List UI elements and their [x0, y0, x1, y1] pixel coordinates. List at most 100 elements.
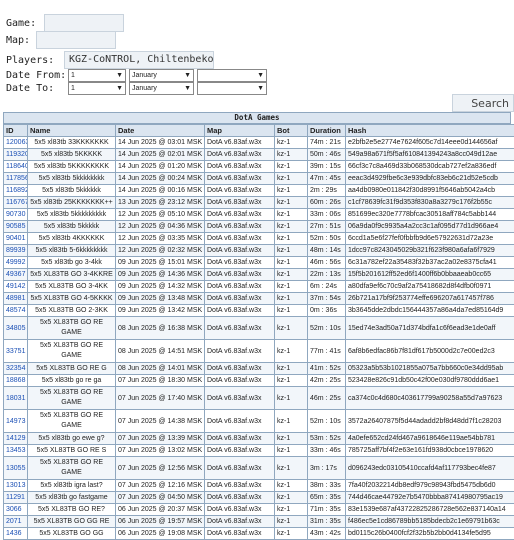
hash-cell: 06a9da0f9c9935a4a2cc3c1af095d77d1d966ae4	[346, 221, 514, 233]
game-id-link[interactable]: 18031	[6, 395, 25, 402]
hash-cell: 3b3645dde2dbdc156444357a86a4da7ed85164d9	[346, 305, 514, 317]
map-cell: DotA v6.83af.w3x	[205, 387, 275, 410]
hash-cell: 6c31a782ef22a35483f32b37ac2a02e8375cfa41	[346, 257, 514, 269]
bot-cell: kz-1	[275, 363, 308, 375]
game-id-link[interactable]: 13013	[6, 482, 25, 489]
game-id-link[interactable]: 89939	[6, 247, 25, 254]
game-id-link[interactable]: 90401	[6, 235, 25, 242]
col-header-date[interactable]: Date	[116, 125, 205, 137]
col-header-name[interactable]: Name	[28, 125, 116, 137]
date-from-month-value: January	[132, 72, 157, 79]
game-id-link[interactable]: 116892	[6, 187, 28, 194]
map-cell: DotA v6.83af.w3x	[205, 410, 275, 433]
map-cell: DotA v6.83af.w3x	[205, 221, 275, 233]
duration-cell: 53m : 52s	[308, 433, 346, 445]
table-row: 899395x5 xl83tb 5-6kkkkkkkk12 Jun 2025 @…	[4, 245, 514, 257]
game-id-link[interactable]: 2071	[6, 518, 22, 525]
game-id-link[interactable]: 118640	[6, 163, 28, 170]
hash-cell: a80dfa9ef6c70c9af2a75418682d8f4dfb0f0971	[346, 281, 514, 293]
id-cell: 33751	[4, 340, 28, 363]
id-cell: 117856	[4, 173, 28, 185]
hash-cell: eeac3d4929fbe6c3e939dbfc83eb6c21d52e5cdb	[346, 173, 514, 185]
date-cell: 08 Jun 2025 @ 14:01 MSK	[116, 363, 205, 375]
game-id-link[interactable]: 49142	[6, 283, 25, 290]
bot-cell: kz-1	[275, 269, 308, 281]
duration-cell: 48m : 14s	[308, 245, 346, 257]
date-cell: 07 Jun 2025 @ 04:50 MSK	[116, 492, 205, 504]
name-cell: 5x5 xl83tb 5kkkkkkkkk	[28, 209, 116, 221]
col-header-hash[interactable]: Hash	[346, 125, 514, 137]
date-from-day-select[interactable]: 1▼	[68, 69, 126, 82]
game-id-link[interactable]: 11291	[6, 494, 25, 501]
table-row: 905855x5 xl83tb 5kkkkk12 Jun 2025 @ 04:3…	[4, 221, 514, 233]
duration-cell: 41m : 52s	[308, 363, 346, 375]
name-cell: 5x5 xl83tb go fastgame	[28, 492, 116, 504]
game-id-link[interactable]: 18868	[6, 377, 25, 384]
hash-cell: 523428e826c91db50c42f00e030df9780ddd6ae1	[346, 375, 514, 387]
bot-cell: kz-1	[275, 375, 308, 387]
date-from-month-select[interactable]: January▼	[129, 69, 194, 82]
bot-cell: kz-1	[275, 173, 308, 185]
date-to-month-value: January	[132, 85, 157, 92]
duration-cell: 65m : 35s	[308, 492, 346, 504]
game-id-link[interactable]: 116767	[6, 199, 28, 206]
name-cell: 5x5 xl83tb 5kkkkkkkk	[28, 173, 116, 185]
map-cell: DotA v6.83af.w3x	[205, 317, 275, 340]
game-id-link[interactable]: 14973	[6, 418, 25, 425]
map-cell: DotA v6.83af.w3x	[205, 173, 275, 185]
games-table: ID Name Date Map Bot Duration Hash 12006…	[3, 124, 514, 540]
duration-cell: 38m : 33s	[308, 480, 346, 492]
date-cell: 12 Jun 2025 @ 02:32 MSK	[116, 245, 205, 257]
id-cell: 13013	[4, 480, 28, 492]
game-id-link[interactable]: 90730	[6, 211, 25, 218]
map-label: Map:	[6, 35, 36, 46]
date-to-year-select[interactable]: ▼	[197, 82, 267, 95]
col-header-bot[interactable]: Bot	[275, 125, 308, 137]
hash-cell: 15ed74e3ad50a71d374bdfa1c6f6ead3e1de0aff	[346, 317, 514, 340]
duration-cell: 43m : 42s	[308, 528, 346, 540]
game-id-link[interactable]: 120063	[6, 139, 28, 146]
col-header-map[interactable]: Map	[205, 125, 275, 137]
game-id-link[interactable]: 13453	[6, 447, 25, 454]
game-input[interactable]	[44, 14, 124, 32]
map-cell: DotA v6.83af.w3x	[205, 504, 275, 516]
date-cell: 07 Jun 2025 @ 12:16 MSK	[116, 480, 205, 492]
map-cell: DotA v6.83af.w3x	[205, 528, 275, 540]
date-to-month-select[interactable]: January▼	[129, 82, 194, 95]
bot-cell: kz-1	[275, 445, 308, 457]
table-body: 1200635x5 xl83tb 33KKKKKKK14 Jun 2025 @ …	[4, 137, 514, 540]
game-id-link[interactable]: 33751	[6, 348, 25, 355]
id-cell: 89939	[4, 245, 28, 257]
date-to-day-select[interactable]: 1▼	[68, 82, 126, 95]
hash-cell: 6ccd1a5e6f27fef0fbbfb9d6e57922631d72a23e	[346, 233, 514, 245]
game-id-link[interactable]: 34805	[6, 325, 25, 332]
table-row: 141295x5 xl83tb go ewe g?07 Jun 2025 @ 1…	[4, 433, 514, 445]
game-id-link[interactable]: 48981	[6, 295, 25, 302]
date-cell: 06 Jun 2025 @ 19:57 MSK	[116, 516, 205, 528]
col-header-duration[interactable]: Duration	[308, 125, 346, 137]
duration-cell: 22m : 13s	[308, 269, 346, 281]
date-from-year-select[interactable]: ▼	[197, 69, 267, 82]
map-cell: DotA v6.83af.w3x	[205, 245, 275, 257]
id-cell: 13055	[4, 457, 28, 480]
map-cell: DotA v6.83af.w3x	[205, 375, 275, 387]
hash-cell: aa4db0980e011842f30d8991f5646ab5042a4cb	[346, 185, 514, 197]
hash-cell: 785725aff7bf4f2e63e161fd938d0cbce1978620	[346, 445, 514, 457]
map-input[interactable]	[36, 31, 116, 49]
col-header-id[interactable]: ID	[4, 125, 28, 137]
game-id-link[interactable]: 49367	[6, 271, 25, 278]
game-id-link[interactable]: 13055	[6, 465, 25, 472]
game-id-link[interactable]: 48574	[6, 307, 25, 314]
table-row: 30665x5 XL83TB GO RE?06 Jun 2025 @ 20:37…	[4, 504, 514, 516]
game-id-link[interactable]: 90585	[6, 223, 25, 230]
search-button[interactable]: Search	[452, 94, 514, 112]
table-row: 130135x5 xl83tb igra last?07 Jun 2025 @ …	[4, 480, 514, 492]
duration-cell: 50m : 46s	[308, 149, 346, 161]
game-id-link[interactable]: 49992	[6, 259, 25, 266]
game-id-link[interactable]: 1436	[6, 530, 22, 537]
players-input[interactable]: KGZ-CoNTROL, Chiltenbeko	[64, 51, 214, 69]
game-id-link[interactable]: 117856	[6, 175, 28, 182]
game-id-link[interactable]: 32354	[6, 365, 25, 372]
game-id-link[interactable]: 14129	[6, 435, 25, 442]
game-id-link[interactable]: 119320	[6, 151, 28, 158]
